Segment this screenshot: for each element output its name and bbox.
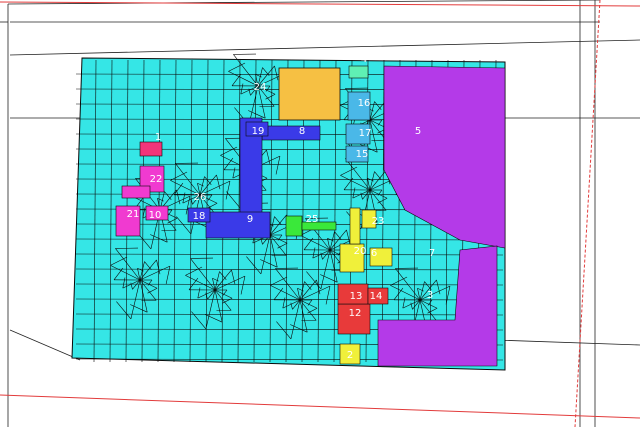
region-label-19: 19 [252, 126, 265, 137]
region-label-16: 16 [358, 98, 371, 109]
region-label-13: 13 [350, 291, 363, 302]
region-shape-25 [285, 215, 303, 237]
region-label-8: 8 [299, 126, 305, 137]
region-label-12: 12 [349, 308, 362, 319]
region-label-1: 1 [155, 132, 161, 143]
region-label-25: 25 [306, 214, 319, 225]
region-label-2: 2 [347, 350, 353, 361]
room-orange-top [278, 67, 341, 121]
region-label-9: 9 [247, 214, 253, 225]
region-label-23: 23 [372, 216, 385, 227]
region-label-17: 17 [359, 128, 372, 139]
region-label-22: 22 [150, 174, 163, 185]
region-label-4: 4 [361, 54, 367, 65]
region-label-14: 14 [370, 291, 383, 302]
region-label-7: 7 [429, 248, 435, 259]
region-label-24: 24 [254, 82, 267, 93]
region-shape-20 [349, 207, 361, 245]
region-label-3: 3 [427, 290, 433, 301]
region-shape-22 [121, 185, 151, 199]
region-label-18: 18 [193, 211, 206, 222]
region-label-10: 10 [149, 210, 162, 221]
region-shape-4 [348, 65, 369, 79]
region-label-21: 21 [127, 209, 140, 220]
region-label-26: 26 [194, 192, 207, 203]
floor-plan-canvas: 123456 789101213 1415161718192021222324252… [0, 0, 640, 427]
region-shape-8 [261, 125, 321, 141]
region-label-15: 15 [356, 149, 369, 160]
region-label-5: 5 [415, 126, 421, 137]
region-shape-1 [139, 141, 163, 157]
region-label-20: 20 [354, 246, 367, 257]
region-label-6: 6 [371, 248, 377, 259]
region-shape-9 [205, 211, 271, 239]
